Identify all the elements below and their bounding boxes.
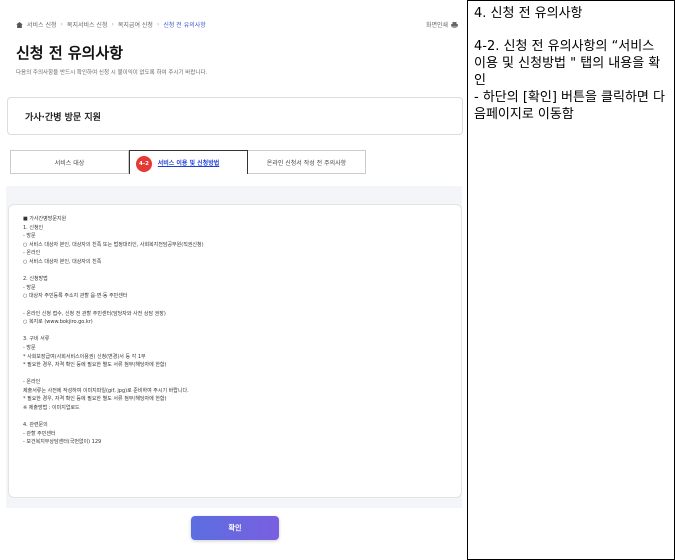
tab-label: 서비스 대상: [54, 159, 85, 167]
tab-online-notice[interactable]: 온라인 신청서 작성 전 주의사항: [248, 150, 366, 174]
breadcrumb: 서비스 신청 › 복지서비스 신청 › 복지급여 신청 › 신청 전 유의사항: [16, 20, 206, 29]
tab-label: 온라인 신청서 작성 전 주의사항: [266, 159, 347, 167]
print-label: 화면인쇄: [426, 22, 449, 29]
chevron-right-icon: ›: [156, 21, 160, 28]
service-name: 가사·간병 방문 지원: [25, 113, 101, 123]
annotation-panel: 4. 신청 전 유의사항 4-2. 신청 전 유의사항의 “서비스 이용 및 신…: [467, 0, 675, 560]
printer-icon: [451, 21, 458, 28]
step-badge: 4-2: [136, 156, 152, 172]
tab-usage-application[interactable]: 4-2 서비스 이용 및 신청방법: [129, 150, 248, 174]
breadcrumb-item[interactable]: 복지서비스 신청: [67, 20, 108, 29]
annotation-title: 4. 신청 전 유의사항: [474, 6, 583, 21]
breadcrumb-item[interactable]: 복지급여 신청: [118, 20, 153, 29]
tab-bar: 서비스 대상 4-2 서비스 이용 및 신청방법 온라인 신청서 작성 전 주의…: [10, 150, 366, 174]
breadcrumb-item[interactable]: 서비스 신청: [27, 20, 57, 29]
home-icon[interactable]: [16, 21, 23, 28]
page-description: 다음의 주의사항을 반드시 확인하여 신청 시 불이익이 없도록 하여 주시기 …: [16, 70, 208, 76]
print-button[interactable]: 화면인쇄: [426, 20, 458, 29]
annotation-body: 4-2. 신청 전 유의사항의 “서비스 이용 및 신청방법 " 탭의 내용을 …: [474, 39, 665, 122]
web-page: 서비스 신청 › 복지서비스 신청 › 복지급여 신청 › 신청 전 유의사항 …: [0, 0, 467, 560]
chevron-right-icon: ›: [60, 21, 63, 28]
tab-service-target[interactable]: 서비스 대상: [10, 150, 129, 174]
page-title: 신청 전 유의사항: [16, 44, 124, 62]
breadcrumb-current: 신청 전 유의사항: [163, 22, 206, 29]
service-name-box: 가사·간병 방문 지원: [7, 97, 463, 135]
confirm-button[interactable]: 확인: [191, 516, 279, 540]
chevron-right-icon: ›: [111, 21, 114, 28]
content-card: ■ 가사간병방문지원 1. 신청인 - 방문 ○ 서비스 대상자 본인, 대상자…: [8, 204, 462, 498]
content-text: ■ 가사간병방문지원 1. 신청인 - 방문 ○ 서비스 대상자 본인, 대상자…: [23, 216, 204, 446]
tab-label: 서비스 이용 및 신청방법: [157, 160, 220, 167]
